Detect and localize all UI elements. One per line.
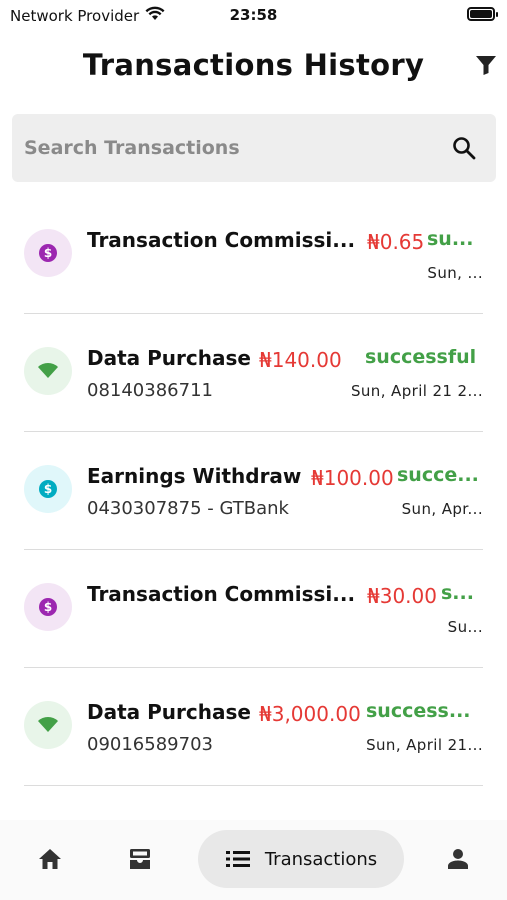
home-icon [39,849,61,869]
nav-profile[interactable] [436,830,480,888]
nav-transactions[interactable]: Transactions [198,830,404,888]
transaction-date: Su... [447,618,483,636]
transaction-amount: ₦3,000.00 [259,702,361,726]
nav-inbox[interactable] [118,830,162,888]
dollar-coin-icon: $ [39,244,57,262]
transaction-amount: ₦0.65 [367,230,425,254]
transaction-title: Earnings Withdraw [87,464,302,488]
transaction-title: Transaction Commissi... [87,582,356,606]
transaction-status: successful [365,346,477,368]
search-bar [12,114,496,182]
page-title: Transactions History [82,48,425,82]
list-icon [225,851,250,867]
inbox-icon [130,849,150,869]
wifi-icon [38,717,58,732]
transactions-list: $ Transaction Commissi... ₦0.65 su... Su… [0,196,507,786]
transaction-row[interactable]: $ Transaction Commissi... ₦0.65 su... Su… [24,196,483,314]
transaction-icon-bg: $ [24,583,72,631]
transaction-amount: ₦30.00 [367,584,437,608]
transaction-status: succe... [397,464,479,486]
search-input[interactable] [12,114,444,182]
transaction-amount: ₦100.00 [311,466,394,490]
status-time: 23:58 [229,6,278,24]
wifi-icon [38,363,58,378]
transaction-icon-bg [24,701,72,749]
dollar-coin-icon: $ [39,598,57,616]
transaction-title: Transaction Commissi... [87,228,356,252]
dollar-coin-icon: $ [39,480,57,498]
transaction-title: Data Purchase [87,700,251,724]
transaction-date: Sun, April 21... [366,736,483,754]
transaction-row[interactable]: $ Transaction Commissi... ₦30.00 s... Su… [24,550,483,668]
transaction-row[interactable]: Data Purchase 09016589703 ₦3,000.00 succ… [24,668,483,786]
transaction-row[interactable]: Data Purchase 08140386711 ₦140.00 succes… [24,314,483,432]
transaction-amount: ₦140.00 [259,348,342,372]
transaction-status: s... [441,582,474,604]
person-icon [448,849,468,869]
transaction-icon-bg: $ [24,229,72,277]
transaction-subtitle: 09016589703 [87,734,213,755]
filter-button[interactable] [473,52,499,78]
filter-icon [476,56,496,75]
search-icon[interactable] [444,128,484,168]
nav-home[interactable] [28,830,72,888]
transaction-date: Sun, April 21 2... [350,382,483,400]
transaction-icon-bg [24,347,72,395]
transaction-row[interactable]: $ Earnings Withdraw 0430307875 - GTBank … [24,432,483,550]
nav-transactions-label: Transactions [264,848,378,870]
transaction-date: Sun, ... [427,264,483,282]
transaction-status: success... [366,700,471,722]
transaction-title: Data Purchase [87,346,251,370]
header: Transactions History [0,44,507,90]
transaction-icon-bg: $ [24,465,72,513]
transaction-status: su... [427,228,474,250]
transaction-date: Sun, Apr... [401,500,483,518]
transaction-subtitle: 08140386711 [87,380,213,401]
battery-icon [467,7,498,21]
status-bar: Network Provider 23:58 [0,0,507,30]
bottom-nav: Transactions [0,820,507,900]
transaction-subtitle: 0430307875 - GTBank [87,498,289,519]
